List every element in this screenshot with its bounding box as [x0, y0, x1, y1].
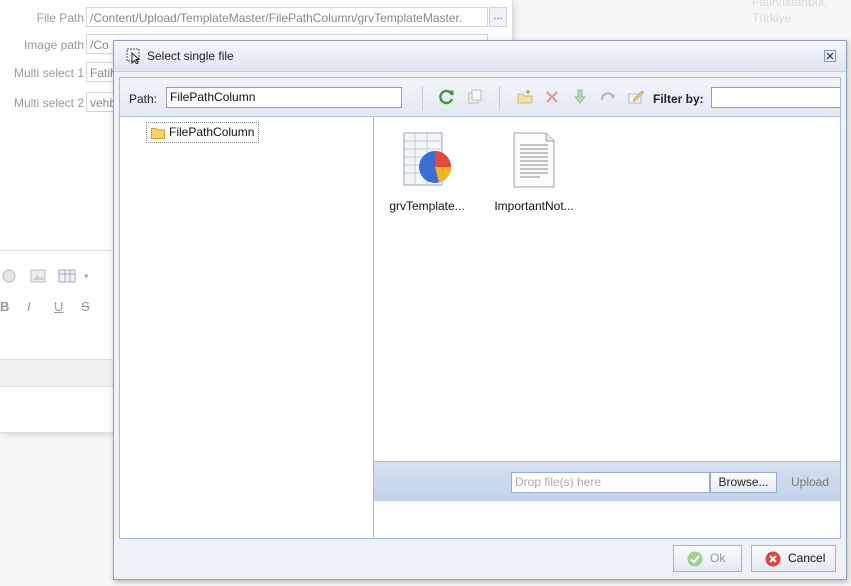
- browse-button[interactable]: Browse...: [710, 472, 777, 493]
- redo-icon[interactable]: [599, 88, 617, 106]
- folder-icon: [151, 126, 165, 139]
- ok-label: Ok: [710, 551, 726, 565]
- underline-button[interactable]: U: [54, 299, 63, 314]
- image-icon[interactable]: [30, 269, 46, 286]
- check-icon: [687, 551, 703, 567]
- chevron-down-icon[interactable]: ▾: [84, 271, 89, 282]
- cancel-icon: [765, 551, 781, 567]
- editor-toolbar-top: ▾: [0, 267, 120, 289]
- file-explorer: Path: FilePathColumn Filter by: FilePath…: [119, 77, 841, 539]
- table-icon[interactable]: [58, 269, 76, 286]
- rename-icon[interactable]: [627, 88, 645, 106]
- toolbar-divider: [499, 86, 500, 110]
- strikethrough-button[interactable]: S: [81, 299, 90, 314]
- address-line-2: Türkiye: [752, 11, 792, 25]
- tree-node-label: FilePathColumn: [169, 125, 255, 139]
- address-line-1: Fatih/İstanbul,: [752, 0, 828, 9]
- folder-tree: FilePathColumn: [120, 117, 374, 538]
- path-input[interactable]: FilePathColumn: [166, 87, 402, 108]
- address-text: Fatih/İstanbul, Türkiye: [752, 0, 827, 26]
- file-name: grvTemplate...: [389, 199, 465, 213]
- image-path-label: Image path: [23, 38, 84, 52]
- explorer-toolbar: Path: FilePathColumn Filter by:: [120, 78, 840, 117]
- file-path-browse-button[interactable]: ...: [489, 7, 507, 27]
- file-item[interactable]: ImportantNot...: [486, 131, 582, 213]
- download-icon[interactable]: [571, 88, 589, 106]
- file-list: grvTemplate... ImportantNot...: [374, 117, 840, 500]
- file-path-row: File Path /Content/Upload/TemplateMaster…: [0, 7, 512, 29]
- upload-bar: Drop file(s) here Browse... Upload: [374, 461, 840, 501]
- cursor-select-icon: [126, 48, 142, 65]
- editor-toolbar-format: B I U S: [0, 297, 120, 319]
- cancel-label: Cancel: [788, 551, 826, 565]
- file-name: ImportantNot...: [494, 199, 574, 213]
- italic-button[interactable]: I: [27, 299, 31, 314]
- smiley-icon[interactable]: [2, 269, 16, 286]
- delete-icon[interactable]: [543, 88, 561, 106]
- filter-input[interactable]: [711, 87, 840, 108]
- tree-node-root[interactable]: FilePathColumn: [146, 122, 260, 143]
- drop-zone-input[interactable]: Drop file(s) here: [511, 472, 710, 493]
- ok-button[interactable]: Ok: [673, 545, 742, 572]
- dialog-title: Select single file: [147, 49, 234, 63]
- file-path-label: File Path: [36, 11, 84, 25]
- close-icon[interactable]: [824, 50, 836, 62]
- path-label: Path:: [129, 92, 158, 106]
- filter-label: Filter by:: [653, 92, 704, 106]
- refresh-icon[interactable]: [438, 88, 456, 106]
- file-item[interactable]: grvTemplate...: [379, 131, 475, 213]
- cancel-button[interactable]: Cancel: [751, 545, 836, 572]
- spreadsheet-chart-icon: [403, 132, 451, 186]
- upload-button[interactable]: Upload: [791, 475, 829, 489]
- bold-button[interactable]: B: [0, 299, 9, 314]
- text-document-icon: [513, 132, 555, 188]
- multi-select-2-label: Multi select 2: [13, 96, 84, 110]
- toolbar-divider: [422, 86, 423, 110]
- select-file-dialog: Select single file Path: FilePathColumn: [113, 40, 847, 580]
- new-folder-icon[interactable]: [516, 88, 534, 106]
- file-path-input[interactable]: /Content/Upload/TemplateMaster/FilePathC…: [86, 7, 488, 27]
- multi-select-1-label: Multi select 1: [13, 66, 84, 80]
- dialog-titlebar[interactable]: Select single file: [114, 41, 846, 72]
- copy-icon[interactable]: [466, 88, 484, 106]
